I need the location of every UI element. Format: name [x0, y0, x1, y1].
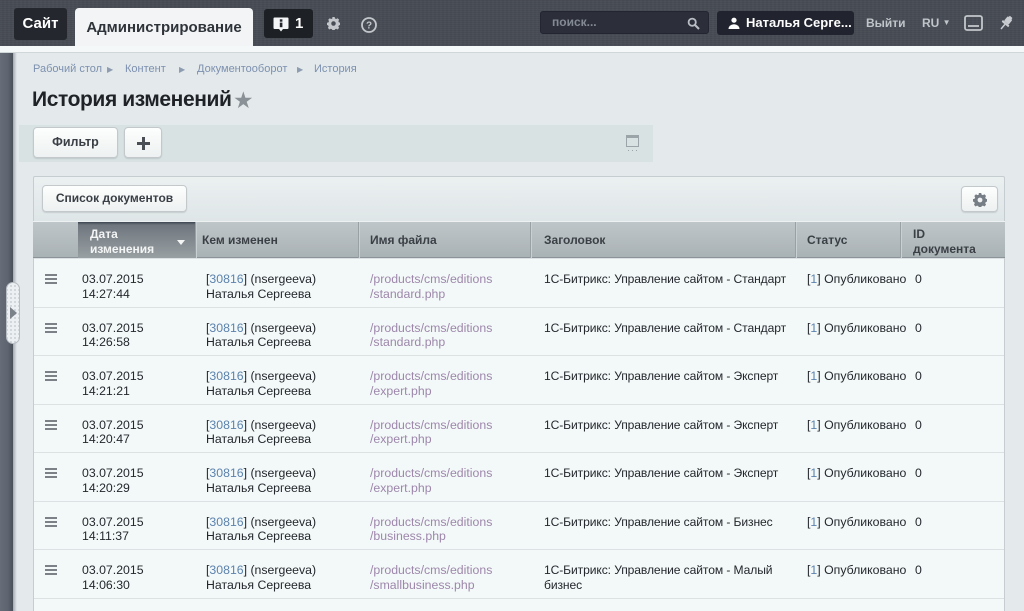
svg-text:?: ? [366, 21, 372, 32]
